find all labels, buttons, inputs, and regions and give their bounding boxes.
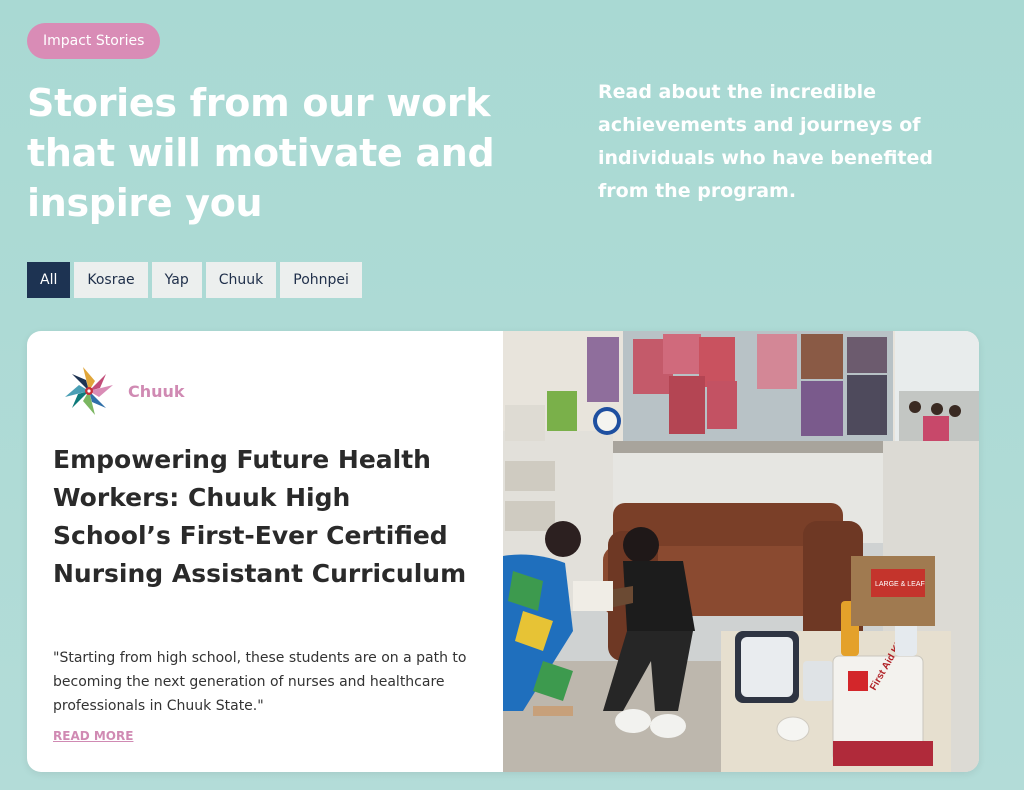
filter-all[interactable]: All	[27, 262, 71, 298]
story-quote: "Starting from high school, these studen…	[53, 650, 467, 714]
impact-stories-badge: Impact Stories	[27, 23, 161, 59]
filter-chuuk[interactable]: Chuuk	[205, 262, 277, 298]
story-photo-illustration: First Aid Kit LARGE & LEAF	[503, 331, 979, 772]
story-card-content: Chuuk Empowering Future Health Workers: …	[27, 331, 503, 772]
story-title[interactable]: Empowering Future Health Workers: Chuuk …	[53, 441, 473, 593]
region-filter-tabs: All Kosrae Yap Chuuk Pohnpei	[27, 262, 362, 298]
box-label: LARGE & LEAF	[875, 581, 925, 588]
filter-yap[interactable]: Yap	[151, 262, 202, 298]
page-headline: Stories from our work that will motivate…	[27, 81, 495, 225]
filter-kosrae[interactable]: Kosrae	[74, 262, 148, 298]
story-photo[interactable]: First Aid Kit LARGE & LEAF	[503, 331, 979, 772]
filter-pohnpei[interactable]: Pohnpei	[280, 262, 362, 298]
pinwheel-logo-icon	[65, 367, 113, 415]
story-card[interactable]: Chuuk Empowering Future Health Workers: …	[27, 331, 979, 772]
story-region-label: Chuuk	[128, 382, 185, 401]
read-more-link[interactable]: READ MORE	[53, 729, 133, 743]
intro-text: Read about the incredible achievements a…	[598, 81, 933, 202]
